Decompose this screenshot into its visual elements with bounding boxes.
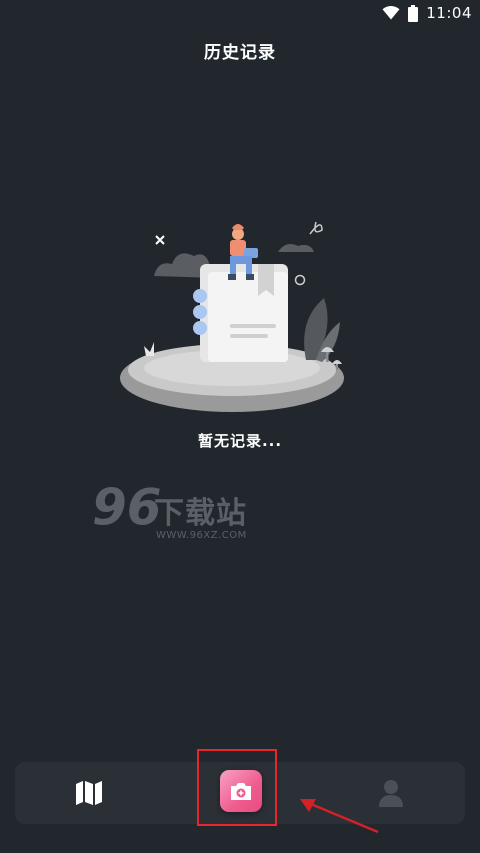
status-icons: 11:04	[382, 4, 472, 22]
tab-map[interactable]	[65, 762, 113, 824]
page-title: 历史记录	[204, 43, 276, 63]
map-icon	[76, 781, 102, 805]
annotation-highlight-box	[197, 749, 277, 826]
status-time: 11:04	[426, 4, 472, 22]
battery-icon	[408, 4, 419, 22]
watermark-digits: 96	[92, 478, 162, 536]
annotation-arrow	[300, 799, 379, 834]
status-bar: 11:04	[0, 0, 480, 26]
notebook-person-illustration	[120, 221, 344, 412]
wifi-icon	[382, 6, 400, 20]
watermark-url: WWW.96XZ.COM	[156, 530, 247, 541]
user-icon	[379, 780, 403, 807]
watermark-name: 下载站	[154, 496, 247, 531]
empty-state-message: 暂无记录...	[197, 432, 283, 450]
watermark-logo: 96 下载站 WWW.96XZ.COM	[92, 478, 264, 546]
